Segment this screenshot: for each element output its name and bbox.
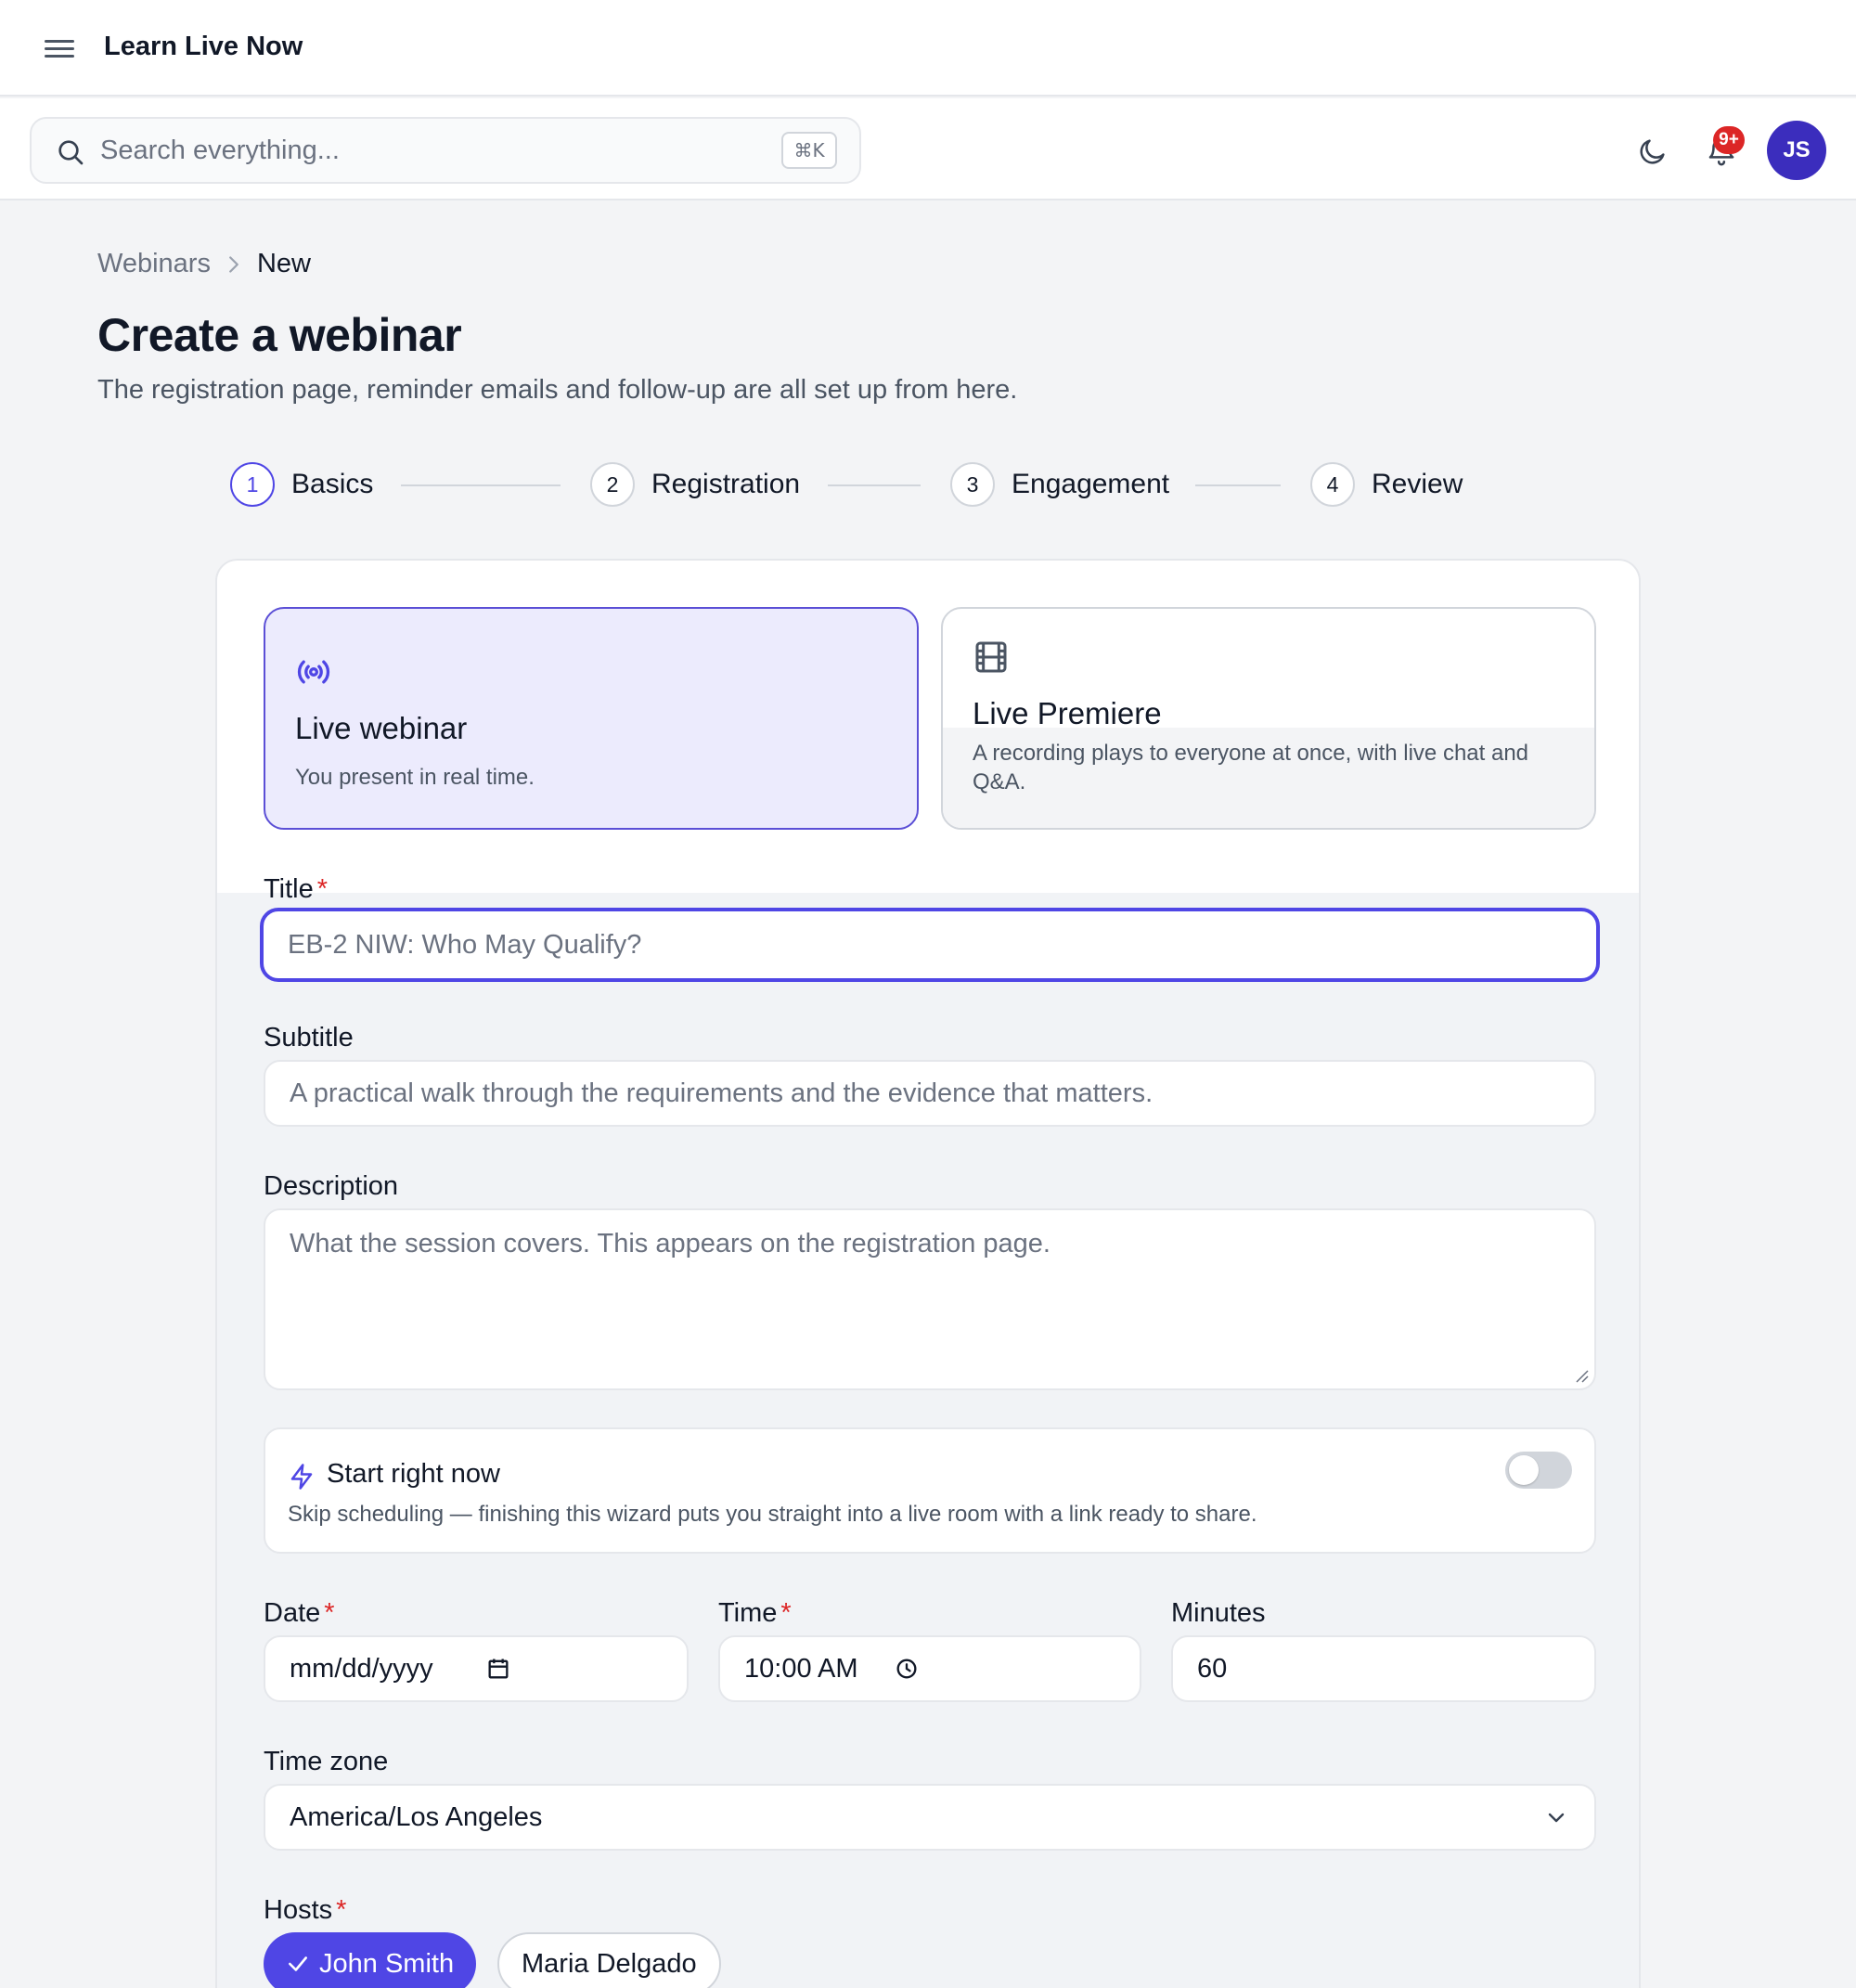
date-label: Date * <box>264 1598 335 1628</box>
webinar-form-card: Live webinar You present in real time. L… <box>215 559 1641 1988</box>
broadcast-icon <box>297 660 330 684</box>
title-label: Title * <box>264 874 329 904</box>
type-option-live-premiere[interactable]: Live Premiere A recording plays to every… <box>941 607 1596 830</box>
search-input[interactable]: Search everything... ⌘K <box>30 117 861 184</box>
toggle-knob <box>1509 1455 1539 1485</box>
keyboard-shortcut-badge: ⌘K <box>781 132 837 169</box>
step-engagement[interactable]: 3 Engagement <box>950 462 1169 507</box>
host-name: John Smith <box>319 1948 455 1979</box>
step-registration[interactable]: 2 Registration <box>590 462 800 507</box>
moon-icon[interactable] <box>1637 136 1669 167</box>
search-icon <box>58 140 84 165</box>
required-mark: * <box>336 1895 347 1925</box>
breadcrumb: Webinars New <box>97 249 311 279</box>
type-option-live-webinar[interactable]: Live webinar You present in real time. <box>264 607 919 830</box>
time-input[interactable]: 10:00 AM <box>718 1635 1141 1702</box>
resize-handle-icon[interactable] <box>1574 1368 1589 1383</box>
step-label: Review <box>1372 469 1463 499</box>
subtitle-placeholder: A practical walk through the requirement… <box>290 1078 1154 1108</box>
wizard-stepper: 1 Basics 2 Registration 3 Engagement 4 R… <box>230 462 1474 509</box>
step-review[interactable]: 4 Review <box>1310 462 1463 507</box>
subtitle-input[interactable]: A practical walk through the requirement… <box>264 1060 1596 1127</box>
timezone-value: America/Los Angeles <box>290 1801 543 1832</box>
top-bar: Learn Live Now <box>0 0 1856 97</box>
user-avatar[interactable]: JS <box>1767 121 1826 180</box>
step-label: Registration <box>651 469 801 499</box>
title-input[interactable]: EB-2 NIW: Who May Qualify? <box>260 908 1600 982</box>
minutes-label: Minutes <box>1171 1598 1266 1628</box>
step-number: 3 <box>950 462 995 507</box>
title-placeholder: EB-2 NIW: Who May Qualify? <box>288 929 642 960</box>
required-mark: * <box>316 874 329 904</box>
step-label: Engagement <box>1012 469 1170 499</box>
description-textarea[interactable]: What the session covers. This appears on… <box>264 1208 1596 1390</box>
type-description: A recording plays to everyone at once, w… <box>973 741 1529 794</box>
date-input[interactable]: mm/dd/yyyy <box>264 1635 689 1702</box>
subtitle-label: Subtitle <box>264 1023 354 1052</box>
timezone-select[interactable]: America/Los Angeles <box>264 1784 1596 1851</box>
type-title: Live Premiere <box>973 696 1162 730</box>
hosts-label: Hosts * <box>264 1895 347 1925</box>
step-connector <box>1195 484 1281 486</box>
host-chip-maria-delgado[interactable]: Maria Delgado <box>497 1932 721 1988</box>
lightning-bolt-icon <box>290 1464 313 1490</box>
breadcrumb-current: New <box>256 249 311 278</box>
page-subtitle: The registration page, reminder emails a… <box>97 375 1018 405</box>
start-now-panel: Start right now Skip scheduling — finish… <box>264 1427 1596 1554</box>
calendar-icon[interactable] <box>485 1656 511 1682</box>
required-mark: * <box>780 1598 792 1628</box>
app-title: Learn Live Now <box>104 32 303 61</box>
description-placeholder: What the session covers. This appears on… <box>290 1229 1050 1259</box>
step-label: Basics <box>291 469 374 499</box>
type-description: You present in real time. <box>295 765 535 790</box>
hamburger-menu-icon[interactable] <box>45 35 74 61</box>
film-icon <box>975 641 1007 673</box>
host-chip-john-smith[interactable]: John Smith <box>264 1932 477 1988</box>
search-placeholder: Search everything... <box>100 136 340 165</box>
minutes-input[interactable]: 60 <box>1171 1635 1596 1702</box>
chevron-right-icon <box>229 255 238 273</box>
step-basics[interactable]: 1 Basics <box>230 462 373 507</box>
time-value: 10:00 AM <box>744 1653 858 1684</box>
step-connector <box>401 484 561 486</box>
notification-badge: 9+ <box>1713 126 1745 154</box>
page-title: Create a webinar <box>97 309 462 361</box>
start-now-title: Start right now <box>327 1459 500 1489</box>
type-title: Live webinar <box>295 711 468 745</box>
start-now-description: Skip scheduling — finishing this wizard … <box>288 1502 1257 1527</box>
clock-icon[interactable] <box>894 1656 920 1682</box>
step-number: 1 <box>230 462 275 507</box>
minutes-value: 60 <box>1197 1653 1228 1684</box>
timezone-label: Time zone <box>264 1747 389 1776</box>
step-number: 2 <box>590 462 635 507</box>
start-now-toggle[interactable] <box>1505 1452 1572 1489</box>
check-icon <box>289 1956 307 1971</box>
chevron-down-icon <box>1548 1813 1565 1823</box>
time-label: Time * <box>718 1598 792 1628</box>
search-header: Search everything... ⌘K 9+ JS <box>0 98 1856 200</box>
step-number: 4 <box>1310 462 1355 507</box>
required-mark: * <box>324 1598 335 1628</box>
step-connector <box>828 484 921 486</box>
breadcrumb-webinars-link[interactable]: Webinars <box>97 249 211 279</box>
description-label: Description <box>264 1171 399 1201</box>
date-value: mm/dd/yyyy <box>290 1653 433 1684</box>
host-name: Maria Delgado <box>522 1948 697 1979</box>
